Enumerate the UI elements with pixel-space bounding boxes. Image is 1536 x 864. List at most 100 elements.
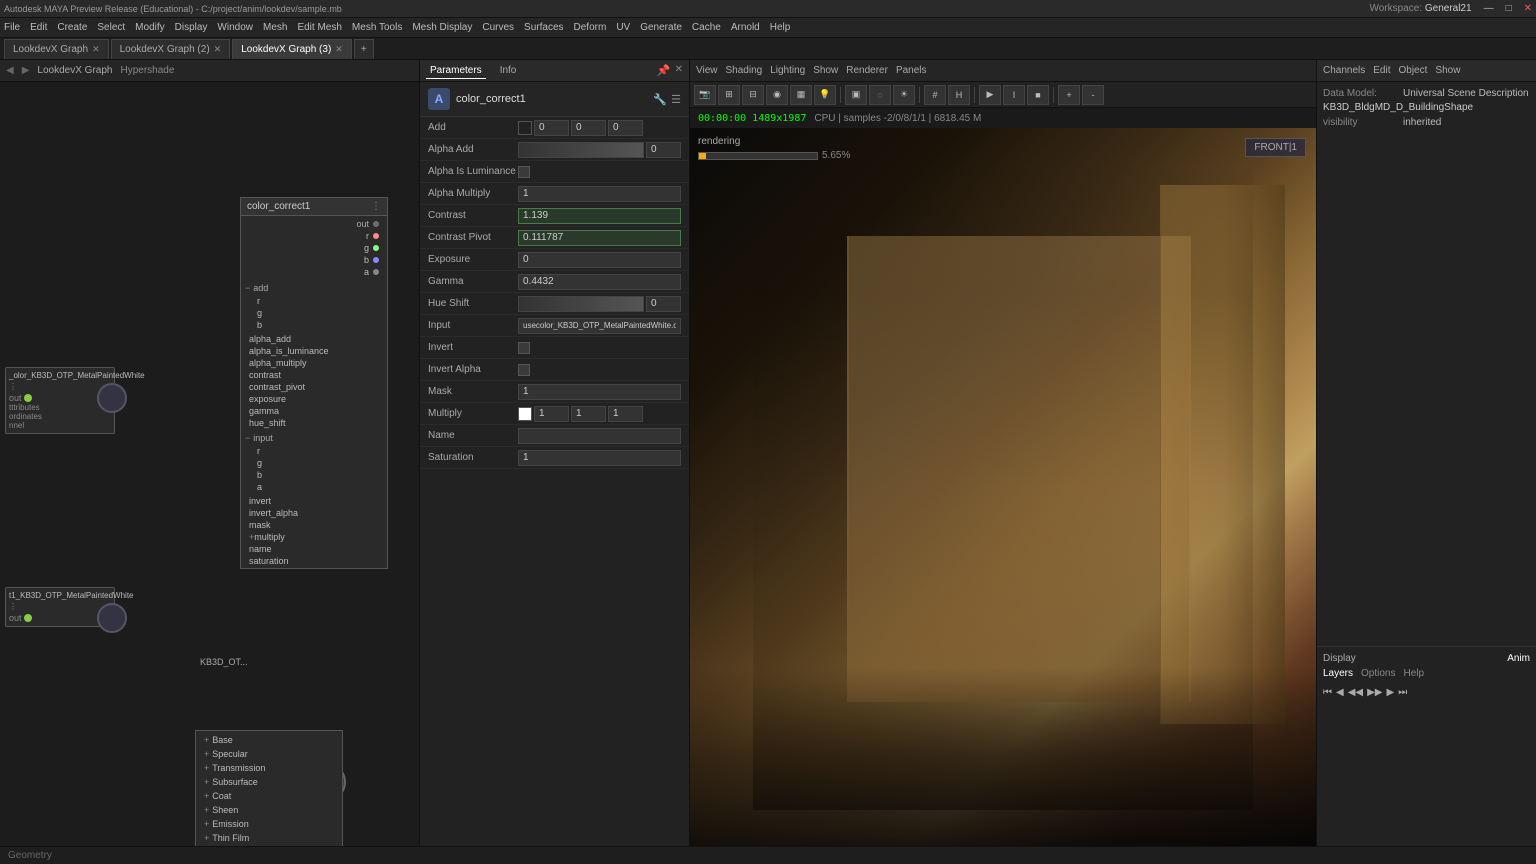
min-btn[interactable]: — — [1484, 3, 1494, 14]
menu-select[interactable]: Select — [97, 22, 125, 33]
gamma-input[interactable] — [518, 274, 681, 290]
node1-three-dots[interactable]: ⋮ — [9, 382, 111, 391]
pb-next-frame[interactable]: ▶ — [1386, 687, 1394, 698]
contrast-input[interactable] — [518, 208, 681, 224]
tab-parameters[interactable]: Parameters — [426, 63, 486, 79]
vp-btn-texture[interactable]: ▦ — [790, 85, 812, 105]
tab-lookdevx-graph-2[interactable]: LookdevX Graph (2) ✕ — [111, 39, 231, 59]
tab-lookdevx-graph-1[interactable]: LookdevX Graph ✕ — [4, 39, 109, 59]
type-geometry[interactable]: +Geometry — [200, 845, 338, 846]
multiply-b-input[interactable] — [608, 406, 643, 422]
node-graph-canvas[interactable]: color_correct1 color_correct1 ⋮ out r — [0, 82, 419, 846]
add-b-input[interactable] — [608, 120, 643, 136]
close-btn[interactable]: ✕ — [1524, 3, 1532, 14]
tab-close-3[interactable]: ✕ — [335, 44, 343, 55]
pb-prev-frame[interactable]: ◀ — [1336, 687, 1344, 698]
rp-object[interactable]: Object — [1399, 65, 1428, 76]
menu-generate[interactable]: Generate — [640, 22, 682, 33]
tab-close-2[interactable]: ✕ — [214, 44, 222, 55]
type-emission[interactable]: +Emission — [200, 817, 338, 831]
cc-add-collapse[interactable]: − — [245, 283, 250, 293]
add-color-swatch[interactable] — [518, 121, 532, 135]
type-sheen[interactable]: +Sheen — [200, 803, 338, 817]
contrast-pivot-input[interactable] — [518, 230, 681, 246]
menu-uv[interactable]: UV — [616, 22, 630, 33]
mask-input[interactable] — [518, 384, 681, 400]
menu-display[interactable]: Display — [175, 22, 208, 33]
vp-btn-frame[interactable]: ⊞ — [718, 85, 740, 105]
vp-btn-plus[interactable]: + — [1058, 85, 1080, 105]
vp-btn-hud[interactable]: H — [948, 85, 970, 105]
multiply-swatch[interactable] — [518, 407, 532, 421]
menu-edit[interactable]: Edit — [30, 22, 47, 33]
pb-end[interactable]: ⏭ — [1398, 687, 1407, 698]
nav-back[interactable]: ◀ — [6, 65, 14, 76]
vp-menu-lighting[interactable]: Lighting — [770, 65, 805, 76]
multiply-g-input[interactable] — [571, 406, 606, 422]
vp-menu-renderer[interactable]: Renderer — [846, 65, 888, 76]
pb-play-fwd[interactable]: ▶▶ — [1367, 687, 1382, 698]
menu-help[interactable]: Help — [770, 22, 791, 33]
params-scroll-area[interactable]: Add Alpha Add Alpha Is Luminance — [420, 117, 689, 846]
type-thinfilm[interactable]: +Thin Film — [200, 831, 338, 845]
alpha-add-slider[interactable] — [518, 142, 644, 158]
menu-create[interactable]: Create — [57, 22, 87, 33]
exposure-input[interactable] — [518, 252, 681, 268]
vp-btn-ipr[interactable]: I — [1003, 85, 1025, 105]
right-tab-layers[interactable]: Layers — [1323, 668, 1353, 679]
vp-btn-wireframe[interactable]: ⊟ — [742, 85, 764, 105]
cc-menu-icon[interactable]: ⋮ — [371, 201, 381, 212]
alpha-add-input[interactable] — [646, 142, 681, 158]
input-input[interactable] — [518, 318, 681, 334]
max-btn[interactable]: □ — [1506, 3, 1512, 14]
menu-editmesh[interactable]: Edit Mesh — [297, 22, 341, 33]
vp-menu-shading[interactable]: Shading — [726, 65, 763, 76]
add-g-input[interactable] — [571, 120, 606, 136]
tab-add[interactable]: + — [354, 39, 374, 59]
menu-window[interactable]: Window — [217, 22, 253, 33]
vp-btn-camera[interactable]: 📷 — [694, 85, 716, 105]
hue-shift-input[interactable] — [646, 296, 681, 312]
saturation-input[interactable] — [518, 450, 681, 466]
menu-file[interactable]: File — [4, 22, 20, 33]
right-anim-label[interactable]: Anim — [1507, 653, 1530, 664]
menu-surfaces[interactable]: Surfaces — [524, 22, 563, 33]
menu-curves[interactable]: Curves — [482, 22, 514, 33]
menu-arnold[interactable]: Arnold — [731, 22, 760, 33]
vp-btn-ao[interactable]: ◌ — [869, 85, 891, 105]
node2-three-dots[interactable]: ⋮ — [9, 602, 111, 611]
tab-info[interactable]: Info — [496, 63, 521, 78]
vp-btn-smooth[interactable]: ◉ — [766, 85, 788, 105]
vp-menu-view[interactable]: View — [696, 65, 718, 76]
type-transmission[interactable]: +Transmission — [200, 761, 338, 775]
menu-mesh[interactable]: Mesh — [263, 22, 287, 33]
params-menu-icon[interactable]: ☰ — [671, 93, 681, 106]
vp-btn-stop[interactable]: ■ — [1027, 85, 1049, 105]
viewport-canvas[interactable]: rendering 5.65% FRONT|1 — [690, 128, 1316, 846]
name-input[interactable] — [518, 428, 681, 444]
alpha-luminance-checkbox[interactable] — [518, 166, 530, 178]
vp-btn-grid[interactable]: # — [924, 85, 946, 105]
pb-play-back[interactable]: ◀◀ — [1348, 687, 1363, 698]
params-wrench-icon[interactable]: 🔧 — [653, 93, 667, 106]
vp-btn-render[interactable]: ▶ — [979, 85, 1001, 105]
cc-input-collapse[interactable]: − — [245, 433, 250, 443]
right-tab-options[interactable]: Options — [1361, 668, 1395, 679]
menu-modify[interactable]: Modify — [135, 22, 164, 33]
invert-checkbox[interactable] — [518, 342, 530, 354]
multiply-r-input[interactable] — [534, 406, 569, 422]
params-close-icon[interactable]: ✕ — [675, 64, 683, 77]
rp-show[interactable]: Show — [1435, 65, 1460, 76]
tab-lookdevx-graph-3[interactable]: LookdevX Graph (3) ✕ — [232, 39, 352, 59]
pb-start[interactable]: ⏮ — [1323, 687, 1332, 698]
vp-btn-light[interactable]: 💡 — [814, 85, 836, 105]
menu-meshtools[interactable]: Mesh Tools — [352, 22, 402, 33]
vp-menu-show[interactable]: Show — [813, 65, 838, 76]
params-pin-icon[interactable]: 📌 — [657, 64, 671, 77]
hue-shift-slider[interactable] — [518, 296, 644, 312]
vp-btn-gi[interactable]: ☀ — [893, 85, 915, 105]
right-tab-help[interactable]: Help — [1403, 668, 1424, 679]
tab-close-1[interactable]: ✕ — [92, 44, 100, 55]
vp-btn-shadow[interactable]: ▣ — [845, 85, 867, 105]
cc-add-header[interactable]: − add — [245, 281, 383, 295]
